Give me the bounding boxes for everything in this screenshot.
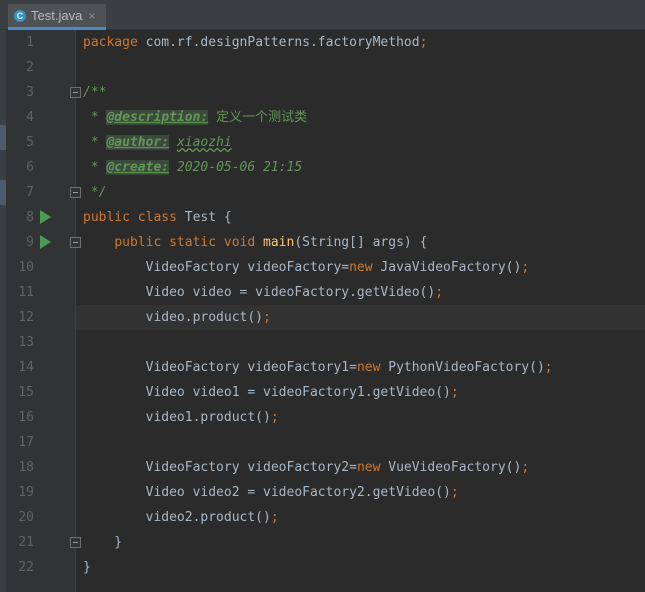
line-number: 1: [26, 35, 34, 50]
code-text: video2.product(): [83, 510, 271, 525]
doc-tag-create: @create:: [106, 160, 170, 175]
semicolon: ;: [435, 285, 444, 300]
code-text: JavaVideoFactory(): [372, 260, 522, 275]
keyword: new: [356, 460, 381, 475]
semicolon: ;: [263, 310, 271, 325]
run-gutter-icon[interactable]: [40, 235, 51, 249]
line-number: 19: [18, 485, 34, 500]
doc-star: *: [83, 135, 107, 150]
line-number: 18: [18, 460, 34, 475]
code-text: video1.product(): [83, 410, 271, 425]
line-number: 20: [18, 510, 34, 525]
code-line-10: VideoFactory videoFactory=new JavaVideoF…: [83, 255, 530, 280]
run-gutter-icon[interactable]: [40, 210, 51, 224]
code-line-5: * @author: xiaozhi: [83, 130, 232, 155]
code-line-21: }: [83, 530, 122, 555]
line-number: 6: [26, 160, 34, 175]
code-line-14: VideoFactory videoFactory1=new PythonVid…: [83, 355, 553, 380]
keyword: new: [349, 260, 373, 275]
tab-test-java[interactable]: C Test.java ×: [8, 4, 106, 30]
line-number: 15: [18, 385, 34, 400]
doc-author-text: xiaozhi: [176, 135, 232, 150]
line-number: 12: [18, 310, 34, 325]
class-declaration: Test {: [176, 210, 232, 225]
line-number: 17: [18, 435, 34, 450]
line-number: 10: [18, 260, 34, 275]
doc-description-text: 定义一个测试类: [216, 110, 308, 125]
line-number: 11: [18, 285, 34, 300]
doc-comment-end: */: [83, 185, 107, 200]
line-number: 8: [26, 210, 34, 225]
doc-tag-author: @author:: [106, 135, 170, 150]
method-name: main: [255, 235, 295, 250]
code-line-22: }: [83, 555, 91, 580]
close-icon[interactable]: ×: [88, 9, 95, 23]
keyword: public static void: [114, 235, 256, 250]
code-line-15: Video video1 = videoFactory1.getVideo();: [83, 380, 459, 405]
closing-brace: }: [83, 535, 123, 550]
semicolon: ;: [521, 260, 530, 275]
code-line-20: video2.product();: [83, 505, 279, 530]
method-params: (String[] args) {: [294, 235, 428, 250]
code-line-4: * @description: 定义一个测试类: [83, 105, 307, 130]
code-line-9: public static void main(String[] args) {: [83, 230, 427, 255]
code-text: VideoFactory videoFactory1=: [83, 360, 357, 375]
code-text: VueVideoFactory(): [380, 460, 522, 475]
code-line-18: VideoFactory videoFactory2=new VueVideoF…: [83, 455, 530, 480]
code-line-6: * @create: 2020-05-06 21:15: [83, 155, 302, 180]
semicolon: ;: [419, 35, 428, 50]
line-number: 21: [18, 535, 34, 550]
code-line-7: */: [83, 180, 107, 205]
line-number: 2: [26, 60, 34, 75]
code-line-12: video.product();: [83, 305, 271, 330]
code-text: Video video2 = videoFactory2.getVideo(): [83, 485, 451, 500]
doc-star: *: [83, 160, 107, 175]
code-editor[interactable]: package com.rf.designPatterns.factoryMet…: [76, 30, 645, 592]
code-text: VideoFactory videoFactory=: [83, 260, 350, 275]
keyword: package: [83, 35, 138, 50]
doc-create-text: 2020-05-06 21:15: [176, 160, 303, 175]
line-number: 3: [26, 85, 34, 100]
line-number: 7: [26, 185, 34, 200]
closing-brace: }: [83, 560, 91, 575]
code-text: Video video = videoFactory.getVideo(): [83, 285, 436, 300]
line-number: 9: [26, 235, 34, 250]
line-number: 4: [26, 110, 34, 125]
code-line-3: /**: [83, 80, 106, 105]
editor-tab-bar: C Test.java ×: [0, 0, 645, 30]
line-number: 13: [18, 335, 34, 350]
semicolon: ;: [544, 360, 553, 375]
doc-tag-description: @description:: [106, 110, 209, 125]
line-number: 14: [18, 360, 34, 375]
doc-comment-start: /**: [83, 85, 107, 100]
editor-gutter: 1 2 3 4 5 6 7 8 9 10 11 12 13 14 15 16 1…: [6, 30, 81, 592]
semicolon: ;: [450, 485, 459, 500]
code-line-1: package com.rf.designPatterns.factoryMet…: [83, 30, 427, 55]
semicolon: ;: [450, 385, 459, 400]
tab-title: Test.java: [31, 8, 83, 23]
code-text: Video video1 = videoFactory1.getVideo(): [83, 385, 451, 400]
keyword: public class: [83, 210, 177, 225]
package-name: com.rf.designPatterns.factoryMethod: [137, 35, 420, 50]
code-text: PythonVideoFactory(): [380, 360, 545, 375]
semicolon: ;: [521, 460, 530, 475]
semicolon: ;: [270, 410, 279, 425]
keyword: new: [356, 360, 381, 375]
code-line-16: video1.product();: [83, 405, 279, 430]
line-number: 16: [18, 410, 34, 425]
line-number: 22: [18, 560, 34, 575]
code-line-8: public class Test {: [83, 205, 232, 230]
code-line-19: Video video2 = videoFactory2.getVideo();: [83, 480, 459, 505]
java-class-icon: C: [14, 9, 26, 22]
code-text: video.product(): [83, 310, 264, 325]
line-number: 5: [26, 135, 34, 150]
doc-star: *: [83, 110, 107, 125]
code-text: VideoFactory videoFactory2=: [83, 460, 357, 475]
semicolon: ;: [270, 510, 279, 525]
code-line-11: Video video = videoFactory.getVideo();: [83, 280, 443, 305]
